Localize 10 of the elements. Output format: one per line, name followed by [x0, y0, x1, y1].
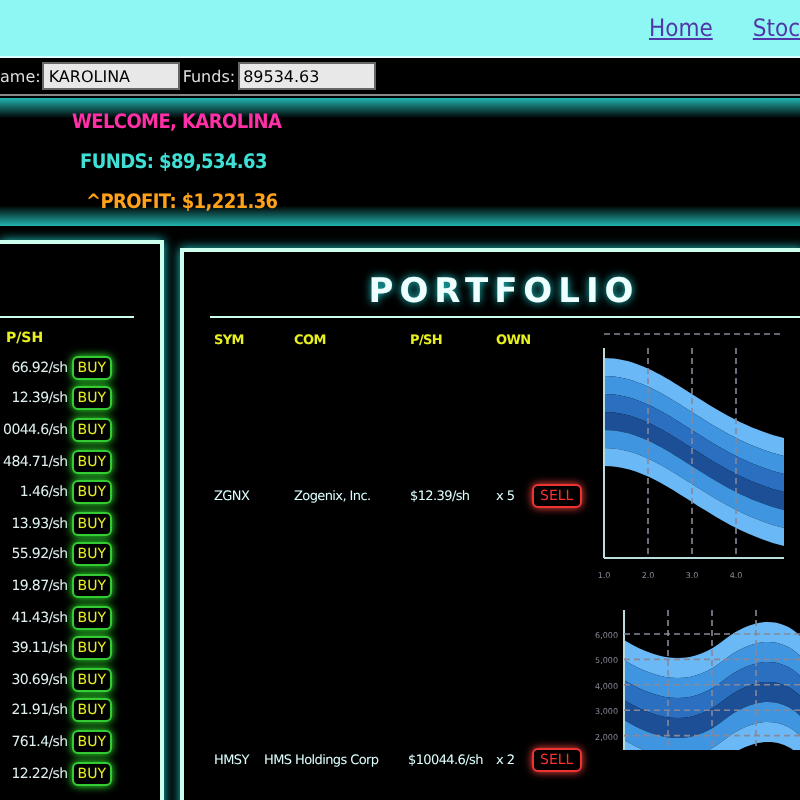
name-label: ame:: [0, 67, 41, 85]
nav-link[interactable]: Home: [648, 14, 713, 42]
portfolio-title: PORTFOLIO: [366, 272, 642, 312]
funds-input[interactable]: 89534.63: [237, 62, 376, 90]
profit-text: ^PROFIT: $1,221.36: [86, 191, 278, 213]
nav-link[interactable]: Stoc: [752, 14, 800, 42]
welcome-text: WELCOME, KAROLINA: [72, 111, 282, 133]
name-input[interactable]: KAROLINA: [42, 62, 181, 90]
funds-text: FUNDS: $89,534.63: [80, 151, 267, 173]
funds-label: Funds:: [182, 67, 236, 85]
